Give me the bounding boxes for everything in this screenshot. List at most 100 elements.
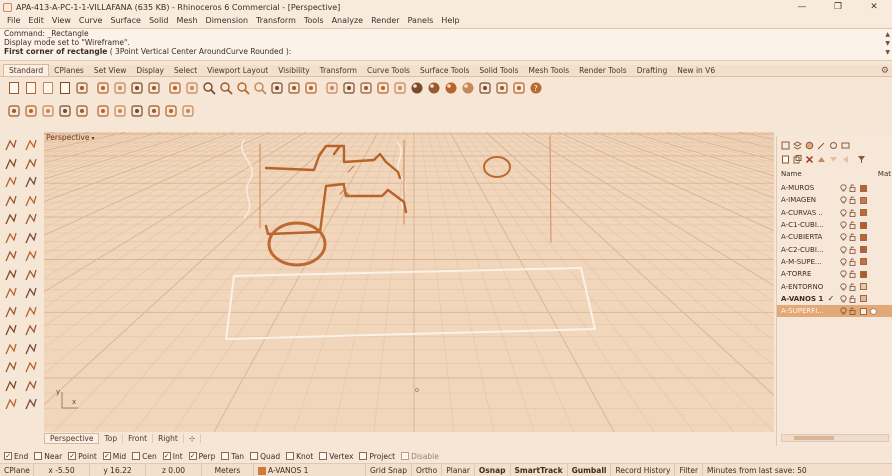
header-material[interactable]: Mat xyxy=(878,170,891,178)
layer-color-swatch[interactable] xyxy=(860,283,867,291)
close-button[interactable]: ✕ xyxy=(856,2,892,12)
pencil-icon[interactable] xyxy=(129,104,144,119)
open-file-icon[interactable] xyxy=(23,81,38,96)
layer-row[interactable]: A-M-SUPE... xyxy=(777,256,892,268)
add-viewport-tab-icon[interactable]: ⊹ xyxy=(184,434,202,443)
lightbulb-icon[interactable] xyxy=(375,81,390,96)
layer-row[interactable]: A-SUPERFI... xyxy=(777,304,892,318)
ellipse-icon[interactable] xyxy=(24,175,39,190)
lightbulb-icon[interactable] xyxy=(839,295,848,303)
layer-row[interactable]: A-C1-CUBI... xyxy=(777,219,892,231)
viewport-layout-icon[interactable] xyxy=(286,81,301,96)
ortho-toggle[interactable]: Ortho xyxy=(412,463,443,476)
zoom-extents-icon[interactable] xyxy=(235,81,250,96)
curve-from-object-icon[interactable] xyxy=(24,231,39,246)
menu-curve[interactable]: Curve xyxy=(75,16,107,25)
minimize-button[interactable]: — xyxy=(784,2,820,12)
cplane-icon[interactable] xyxy=(324,81,339,96)
properties-tab-icon[interactable] xyxy=(780,140,790,150)
new-layer-icon[interactable] xyxy=(780,154,790,164)
lock-icon[interactable] xyxy=(848,184,857,193)
layer-row[interactable]: A-CUBIERTA xyxy=(777,231,892,243)
tab-render-tools[interactable]: Render Tools xyxy=(574,65,632,76)
named-cplane-icon[interactable] xyxy=(303,81,318,96)
osnap-checkbox[interactable] xyxy=(286,452,295,460)
lock-icon[interactable] xyxy=(848,258,857,266)
header-name[interactable]: Name xyxy=(781,170,878,178)
lightbulb-icon[interactable] xyxy=(839,270,848,278)
lock-icon[interactable] xyxy=(848,221,857,229)
options-icon[interactable] xyxy=(511,81,526,96)
gumball-toggle[interactable]: Gumball xyxy=(568,463,612,476)
layer-name[interactable]: A-VANOS 1 xyxy=(777,295,823,303)
layer-color-swatch[interactable] xyxy=(860,233,867,241)
osnap-end[interactable]: ✓ End xyxy=(4,452,28,461)
cube-icon[interactable] xyxy=(180,104,195,119)
layer-name[interactable]: A-CUBIERTA xyxy=(777,233,823,241)
filter-icon[interactable] xyxy=(856,154,866,164)
boolean-icon[interactable] xyxy=(4,342,19,357)
osnap-project[interactable]: Project xyxy=(359,452,395,461)
layer-row[interactable]: A-IMAGEN xyxy=(777,194,892,206)
menu-solid[interactable]: Solid xyxy=(145,16,173,25)
lightbulb-icon[interactable] xyxy=(839,282,848,291)
command-prompt[interactable]: First corner of rectangle ( 3Point Verti… xyxy=(0,47,892,56)
layer-list-scrollbar[interactable] xyxy=(781,434,889,442)
render-tab-icon[interactable] xyxy=(804,140,814,150)
status-cplane[interactable]: CPlane xyxy=(0,463,34,476)
solid-tools-icon[interactable] xyxy=(24,268,39,283)
array-icon[interactable] xyxy=(24,342,39,357)
lock-icon[interactable] xyxy=(848,295,857,303)
osnap-tan[interactable]: Tan xyxy=(221,452,244,461)
layer-row[interactable]: A-VANOS 1 ✓ xyxy=(777,293,892,305)
layer-name[interactable]: A-IMAGEN xyxy=(777,196,823,204)
move-icon[interactable] xyxy=(24,323,39,338)
display-tab-icon[interactable] xyxy=(840,140,850,150)
analyze-icon[interactable] xyxy=(4,379,19,394)
layer-color-swatch[interactable] xyxy=(860,258,867,266)
layer-color-swatch[interactable] xyxy=(860,295,867,303)
import-icon[interactable] xyxy=(74,81,89,96)
lock-icon[interactable] xyxy=(848,270,857,279)
filter-toggle[interactable]: Filter xyxy=(675,463,704,476)
tab-set-view[interactable]: Set View xyxy=(89,65,132,76)
lightbulb-icon[interactable] xyxy=(839,307,848,315)
layer-row[interactable]: A-C2-CUBI... xyxy=(777,243,892,255)
status-current-layer[interactable]: A-VANOS 1 xyxy=(254,463,366,476)
menu-dimension[interactable]: Dimension xyxy=(202,16,253,25)
layer-material-swatch[interactable] xyxy=(870,307,877,315)
osnap-checkbox[interactable] xyxy=(34,452,43,460)
help-icon[interactable]: ? xyxy=(528,81,543,96)
scrollbar-thumb[interactable] xyxy=(794,436,834,440)
rectangle-icon[interactable] xyxy=(24,194,39,209)
extrude-icon[interactable] xyxy=(4,249,19,264)
tab-standard[interactable]: Standard xyxy=(3,64,50,76)
redraw-icon[interactable] xyxy=(269,81,284,96)
osnap-checkbox[interactable] xyxy=(221,452,230,460)
layout-grid-icon[interactable] xyxy=(477,81,492,96)
group-icon[interactable] xyxy=(4,360,19,375)
tab-visibility[interactable]: Visibility xyxy=(273,65,314,76)
zoom-selected-icon[interactable] xyxy=(252,81,267,96)
offset-icon[interactable] xyxy=(4,231,19,246)
lasso-icon[interactable] xyxy=(163,104,178,119)
select-point-icon[interactable] xyxy=(4,138,19,153)
menu-panels[interactable]: Panels xyxy=(404,16,438,25)
layer-color-swatch[interactable] xyxy=(860,270,867,278)
layer-color-swatch[interactable] xyxy=(860,184,867,192)
osnap-point[interactable]: ✓ Point xyxy=(68,452,97,461)
grid-icon[interactable] xyxy=(4,397,19,412)
render-icon[interactable] xyxy=(24,379,39,394)
layer-name[interactable]: A-C2-CUBI... xyxy=(777,246,823,254)
lock-icon[interactable] xyxy=(848,196,857,205)
undo-icon[interactable] xyxy=(146,81,161,96)
sphere-dark-icon[interactable] xyxy=(443,81,458,96)
menu-tools[interactable]: Tools xyxy=(300,16,328,25)
zoom-icon[interactable] xyxy=(201,81,216,96)
cut-icon[interactable] xyxy=(95,81,110,96)
lightbulb-icon[interactable] xyxy=(839,258,848,266)
menu-surface[interactable]: Surface xyxy=(106,16,144,25)
tab-solid-tools[interactable]: Solid Tools xyxy=(474,65,523,76)
planar-toggle[interactable]: Planar xyxy=(442,463,475,476)
move-down-icon[interactable] xyxy=(828,154,838,164)
